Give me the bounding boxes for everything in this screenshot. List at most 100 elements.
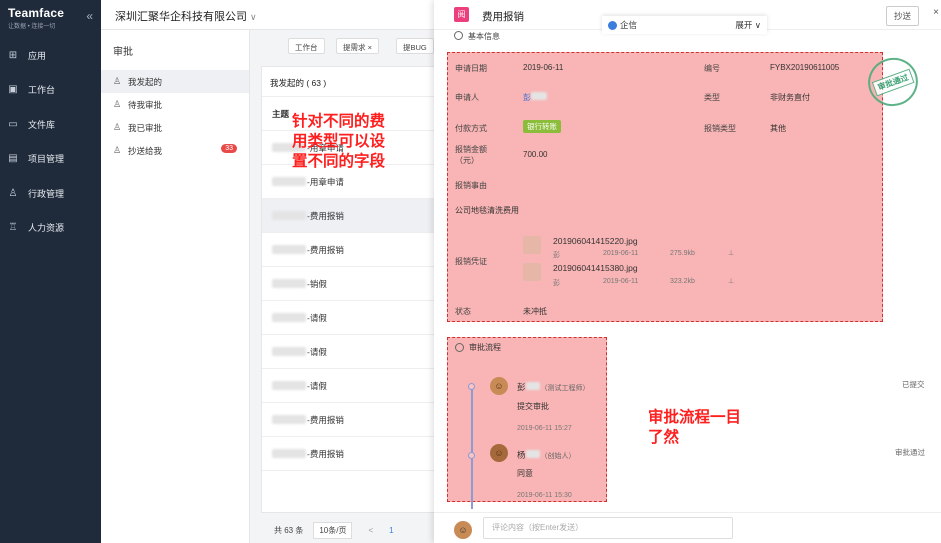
tab-label: 提需求 [343, 43, 366, 52]
redacted-name [272, 415, 306, 424]
nav-item-apps[interactable]: ⊞ 应用 [0, 38, 101, 73]
im-panel[interactable]: 企信 展开 ∨ [602, 16, 767, 34]
project-icon: ▤ [8, 153, 18, 165]
timeline-dot [468, 383, 475, 390]
file-size: 323.2kb [670, 278, 695, 285]
file-name[interactable]: 201906041415220.jpg [553, 236, 638, 246]
user-icon: ♙ [113, 145, 122, 155]
field-value: 其他 [770, 124, 786, 133]
chevron-down-icon: ∨ [250, 12, 257, 22]
section-flow[interactable]: 审批流程 [455, 342, 501, 353]
applicant-name: 彭 [523, 93, 531, 102]
pagination: 共 63 条 10条/页 < 1 [258, 517, 434, 543]
nav-item-workbench[interactable]: ▣ 工作台 [0, 73, 101, 108]
field-value: 公司地毯清洗费用 [455, 206, 519, 215]
admin-icon: ♙ [8, 187, 18, 199]
avatar: ☺ [454, 521, 472, 539]
flow-highlight-box: 审批流程 ☺ 彭（测试工程师） 提交审批 2019-06-11 15:27 ☺ … [447, 337, 607, 509]
tab-workbench[interactable]: 工作台 [288, 38, 325, 54]
subnav-item-approved[interactable]: ♙ 我已审批 [101, 116, 249, 139]
expand-button[interactable]: 展开 ∨ [735, 19, 761, 31]
chat-icon [608, 21, 617, 31]
redacted-name [272, 381, 306, 390]
tab-bug[interactable]: 提BUG [396, 38, 434, 54]
section-basic-info[interactable]: 基本信息 [454, 31, 500, 42]
image-thumbnail[interactable] [523, 236, 541, 254]
redacted-name [525, 450, 540, 458]
comment-input[interactable]: 评论内容（按Enter发送） [483, 517, 733, 539]
list-item[interactable]: -费用报销 [262, 233, 434, 267]
total-count: 共 63 条 [274, 525, 304, 535]
folder-icon: ▭ [8, 118, 18, 130]
flow-status: 审批通过 [895, 448, 925, 457]
file-user: 彭 [553, 252, 560, 259]
list-item-selected[interactable]: -费用报销 [262, 199, 434, 233]
collapse-circle-icon [454, 31, 463, 41]
list-item-label: -费用报销 [307, 414, 344, 425]
field-value: 银行转账 [523, 120, 561, 133]
list-item[interactable]: -请假 [262, 301, 434, 335]
expense-app-icon: 阅 [454, 7, 469, 22]
subnav-item-pending[interactable]: ♙ 待我审批 [101, 93, 249, 116]
subnav-label: 抄送给我 [128, 145, 163, 156]
redacted-name [531, 92, 547, 100]
nav-label: 应用 [28, 50, 47, 61]
close-icon[interactable]: × [933, 7, 939, 18]
approval-list: 工作台 提需求 × 提BUG 我发起的 ( 63 ) 主题 -用章申请 -用章申… [258, 30, 435, 543]
hr-icon: ♖ [8, 222, 18, 234]
subnav-item-cc[interactable]: ♙ 抄送给我 33 [101, 139, 249, 162]
approver-name: 彭 （测试工程师） [517, 381, 590, 393]
file-user: 彭 [553, 280, 560, 287]
approver-name: 杨 （创始人） [517, 449, 576, 461]
nav-item-projects[interactable]: ▤ 项目管理 [0, 142, 101, 177]
list-item[interactable]: -请假 [262, 369, 434, 403]
nav-item-hr[interactable]: ♖ 人力资源 [0, 211, 101, 246]
tab-bar: 工作台 提需求 × 提BUG [258, 30, 434, 60]
company-switcher[interactable]: 深圳汇聚华企科技有限公司 ∨ [115, 8, 257, 24]
expand-label: 展开 [735, 20, 753, 30]
subnav-item-initiated[interactable]: ♙ 我发起的 [101, 70, 249, 93]
field-label: 状态 [455, 307, 471, 316]
applicant-link[interactable]: 彭 [523, 92, 548, 103]
list-item[interactable]: -销假 [262, 267, 434, 301]
company-name: 深圳汇聚华企科技有限公司 [115, 11, 247, 23]
list-item[interactable]: -请假 [262, 335, 434, 369]
list-item[interactable]: -费用报销 [262, 403, 434, 437]
page-size-select[interactable]: 10条/页 [313, 521, 353, 539]
field-value: 未冲抵 [523, 307, 547, 316]
approver-role: （测试工程师） [540, 385, 590, 392]
double-chevron-left-icon[interactable]: « [86, 9, 93, 23]
download-icon[interactable]: ⊥ [728, 249, 734, 257]
detail-title: 费用报销 [482, 11, 524, 23]
field-value: FYBX20190611005 [770, 63, 840, 72]
subnav-label: 我发起的 [128, 76, 163, 87]
count-badge: 33 [221, 144, 237, 153]
close-icon[interactable]: × [368, 43, 372, 52]
file-date: 2019-06-11 [603, 250, 639, 257]
image-thumbnail[interactable] [523, 263, 541, 281]
flow-time: 2019-06-11 15:27 [517, 425, 572, 432]
field-value: 700.00 [523, 150, 548, 159]
list-item[interactable]: -费用报销 [262, 437, 434, 471]
page-number[interactable]: 1 [389, 526, 393, 535]
callout-flow-line: 审批流程一目 [648, 409, 742, 426]
download-icon[interactable]: ⊥ [728, 277, 734, 285]
flow-time: 2019-06-11 15:30 [517, 492, 572, 499]
section-label: 审批流程 [469, 343, 501, 352]
approver-name-text: 杨 [517, 450, 526, 460]
field-label: 报销类型 [704, 124, 736, 133]
approver-name-text: 彭 [517, 382, 526, 392]
cc-button[interactable]: 抄送 [885, 6, 919, 26]
approval-subnav: 审批 ♙ 我发起的 ♙ 待我审批 ♙ 我已审批 ♙ 抄送给我 33 [101, 30, 250, 543]
user-icon: ♙ [113, 122, 122, 132]
redacted-name [272, 245, 306, 254]
file-name[interactable]: 201906041415380.jpg [553, 263, 638, 273]
nav-label: 工作台 [28, 85, 56, 96]
redacted-name [272, 177, 306, 186]
nav-item-admin[interactable]: ♙ 行政管理 [0, 176, 101, 211]
tab-requirements[interactable]: 提需求 × [336, 38, 379, 54]
prev-page-button[interactable]: < [368, 526, 373, 535]
field-label: 报销凭证 [455, 257, 487, 266]
apps-icon: ⊞ [8, 49, 18, 61]
nav-item-files[interactable]: ▭ 文件库 [0, 107, 101, 142]
